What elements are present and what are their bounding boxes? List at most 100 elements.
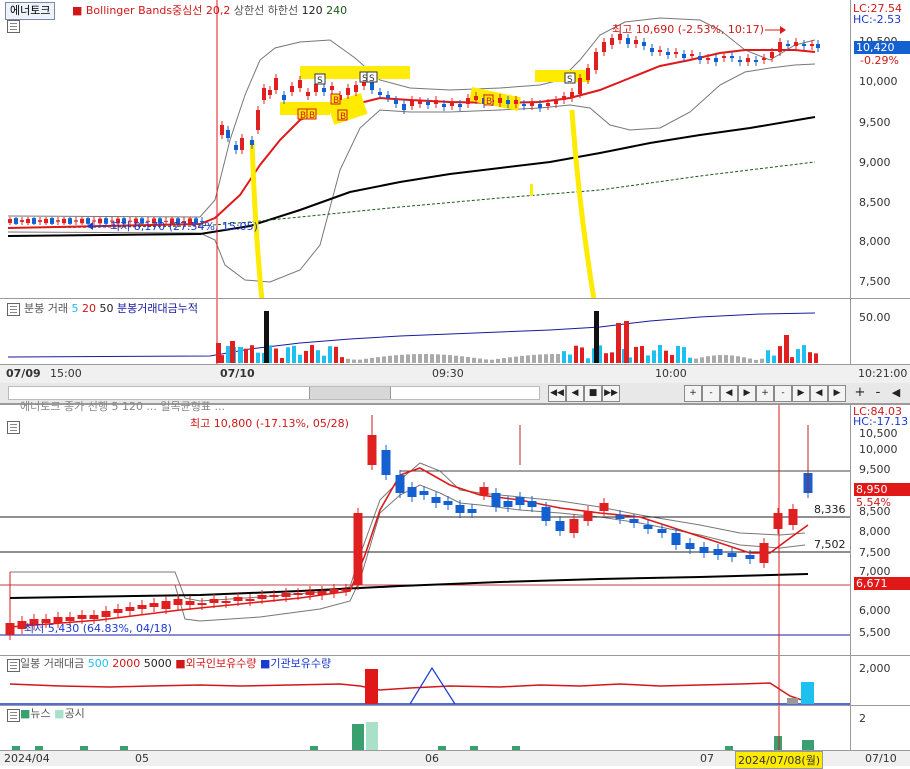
candle-body — [220, 125, 224, 135]
candle-body — [317, 591, 327, 595]
candle-body — [458, 104, 462, 107]
minus-button[interactable]: - — [870, 385, 886, 400]
panel-settings-icon[interactable] — [7, 709, 20, 722]
volume-bar — [442, 354, 446, 363]
scroll-last-button[interactable]: ▶▶ — [602, 385, 620, 402]
daily-price-panel[interactable]: 에너토크 종가 선행 5 120 ... 일목균형표 ... 최고 10,800… — [0, 400, 850, 656]
candle-body — [381, 450, 391, 475]
volume-bar — [808, 352, 812, 363]
scroll-prev-button[interactable]: ◀ — [566, 385, 584, 402]
candle-body — [658, 50, 662, 52]
volume-bar — [328, 346, 332, 363]
candle-body — [615, 515, 625, 519]
volume-bar — [766, 350, 770, 363]
candle-body — [282, 95, 286, 100]
candle-body — [257, 595, 267, 599]
last-price-box: 8,950 — [854, 483, 910, 496]
candle-body — [626, 38, 630, 44]
daily-chart-canvas — [0, 405, 850, 656]
candle-body — [330, 86, 334, 90]
svg-text:B: B — [333, 96, 339, 106]
volume-bar — [448, 355, 452, 363]
zoom-in-button[interactable]: + — [684, 385, 702, 402]
candle-body — [378, 92, 382, 95]
time-label: 07/10 — [220, 367, 255, 380]
candle-body — [74, 220, 78, 222]
volume-bar — [676, 345, 680, 363]
scroll-first-button[interactable]: ◀◀ — [548, 385, 566, 402]
volume-bar — [454, 355, 458, 363]
daily-legend: 에너토크 종가 선행 5 120 ... 일목균형표 ... — [20, 400, 226, 413]
candle-body — [346, 88, 350, 95]
candle-body — [562, 96, 566, 100]
candle-body — [474, 96, 478, 100]
volume-bar — [460, 356, 464, 363]
candle-body — [5, 623, 15, 635]
minus-button[interactable]: - — [774, 385, 792, 402]
volume-bar — [436, 354, 440, 363]
volume-bar — [230, 341, 235, 363]
candle-body — [50, 218, 54, 224]
forward-button[interactable]: ▶ — [828, 385, 846, 402]
candle-body — [629, 519, 639, 523]
candle-body — [699, 547, 709, 553]
candle-body — [32, 218, 36, 224]
news-panel[interactable]: ■뉴스 ■공시 — [0, 705, 850, 752]
volume-bar — [712, 355, 716, 363]
candle-body — [77, 615, 87, 619]
daily-time-axis: 2024/04 05 06 07 2024/07/08(월) 07/10 — [0, 750, 910, 769]
collapse-button[interactable]: ◀ — [888, 385, 904, 400]
volume-bar — [340, 357, 344, 363]
left-button[interactable]: ◀ — [720, 385, 738, 402]
stock-name-tab[interactable]: 에너토크 — [5, 2, 56, 20]
candle-body — [498, 98, 502, 103]
candle-body — [80, 218, 84, 224]
candle-body — [491, 493, 501, 507]
candle-body — [419, 491, 429, 495]
candle-body — [759, 543, 769, 563]
volume-bar — [424, 354, 428, 363]
panel-settings-icon[interactable] — [7, 303, 20, 316]
candle-body — [269, 595, 279, 597]
y-tick: 10,000 — [859, 75, 898, 88]
volume-bar — [490, 359, 494, 363]
volume-bar — [652, 350, 656, 363]
plus-button[interactable]: + — [852, 385, 868, 400]
volume-bar — [532, 354, 536, 363]
volume-bar — [748, 358, 752, 363]
y-tick: 10,000 — [859, 443, 898, 456]
low-annotation: 최저 8,170 (27.54%, 15:05) — [110, 220, 258, 233]
volume-bar — [574, 345, 578, 363]
intraday-price-panel[interactable]: S S S S B B B B B 에너토크 ■ Bollinger Bands… — [0, 0, 850, 298]
indicator-legend: ■ Bollinger Bands중심선 20,2 상한선 하한선 120 24… — [72, 4, 348, 17]
back-button[interactable]: ◀ — [810, 385, 828, 402]
zoom-out-button[interactable]: - — [702, 385, 720, 402]
scrollbar-track[interactable] — [8, 386, 540, 400]
panel-settings-icon[interactable] — [7, 421, 20, 434]
panel-settings-icon[interactable] — [7, 659, 20, 672]
daily-volume-panel[interactable]: 일봉 거래대금 500 2000 5000 ■외국인보유수량 ■기관보유수량 — [0, 655, 850, 706]
candle-body — [274, 78, 278, 90]
candle-body — [44, 218, 48, 224]
volume-bar — [264, 311, 269, 363]
volume-bar — [634, 346, 638, 363]
candle-body — [503, 501, 513, 507]
candle-body — [233, 597, 243, 601]
scrollbar-thumb[interactable] — [309, 387, 391, 399]
candle-body — [713, 549, 723, 555]
candle-body — [250, 140, 254, 145]
daily-volume-axis: 2,000 — [850, 655, 910, 706]
play-button[interactable]: ▶ — [792, 385, 810, 402]
candle-body — [602, 42, 606, 52]
panel-settings-icon[interactable] — [7, 20, 20, 33]
volume-bar — [562, 351, 566, 363]
intraday-volume-panel[interactable]: 분봉 거래 5 20 50 분봉거래대금누적 — [0, 298, 850, 365]
right-button[interactable]: ▶ — [738, 385, 756, 402]
candle-body — [426, 102, 430, 105]
stop-button[interactable]: ■ — [584, 385, 602, 402]
volume-bar — [514, 356, 518, 363]
candle-body — [56, 220, 60, 222]
volume-bar — [304, 350, 308, 363]
candle-body — [657, 529, 667, 533]
plus-button[interactable]: + — [756, 385, 774, 402]
